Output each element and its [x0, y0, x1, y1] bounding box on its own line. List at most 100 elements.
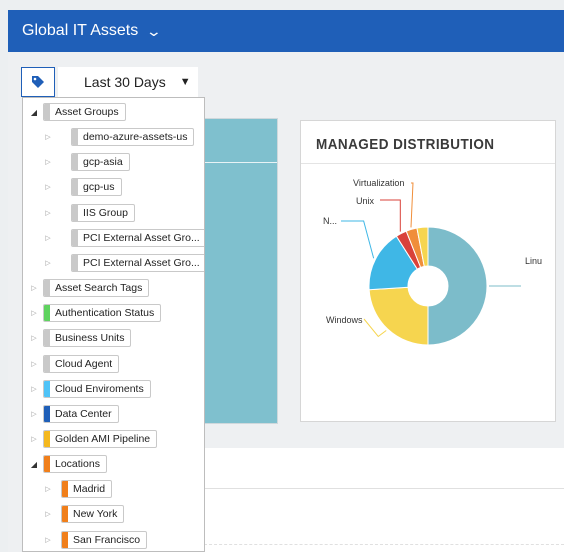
tree-item[interactable]: ▷ Madrid — [43, 479, 113, 499]
tree-item[interactable]: ▷ IIS Group — [43, 203, 135, 223]
chevron-down-icon[interactable]: ⌄ — [146, 23, 162, 40]
collapsed-caret-icon[interactable]: ▷ — [43, 536, 53, 544]
date-range-dropdown[interactable]: Last 30 Days ▼ — [58, 67, 198, 97]
tag-label: Cloud Enviroments — [55, 382, 144, 395]
tree-item[interactable]: ◢ Locations — [29, 454, 107, 474]
collapsed-caret-icon[interactable]: ▷ — [43, 259, 53, 267]
date-range-label: Last 30 Days — [84, 74, 166, 90]
tag-pill[interactable]: PCI External Asset Gro... — [71, 228, 204, 247]
tag-label: New York — [73, 508, 118, 521]
tag-color-swatch — [44, 456, 50, 473]
tag-label: PCI External Asset Gro... — [83, 256, 200, 269]
tag-filter-button[interactable] — [21, 67, 55, 97]
pie-slice[interactable] — [427, 226, 488, 346]
tree-item[interactable]: ▷ gcp-asia — [43, 152, 130, 172]
tag-label: Authentication Status — [55, 307, 155, 320]
tag-label: San Francisco — [73, 533, 141, 546]
pie-leader-line — [410, 182, 414, 228]
expanded-caret-icon[interactable]: ◢ — [29, 460, 39, 469]
tag-pill[interactable]: demo-azure-assets-us — [71, 128, 195, 147]
collapsed-caret-icon[interactable]: ▷ — [43, 234, 53, 242]
tree-item[interactable]: ▷ Golden AMI Pipeline — [29, 429, 158, 449]
tag-label: gcp-asia — [83, 156, 123, 169]
app-header: Global IT Assets ⌄ — [8, 10, 564, 52]
tag-pill[interactable]: Authentication Status — [43, 304, 162, 323]
tag-pill[interactable]: Locations — [43, 455, 107, 474]
tag-label: Data Center — [55, 407, 112, 420]
tag-color-swatch — [44, 405, 50, 422]
tag-pill[interactable]: Cloud Enviroments — [43, 379, 151, 398]
tag-color-swatch — [62, 481, 68, 498]
tag-color-swatch — [44, 380, 50, 397]
tag-pill[interactable]: gcp-asia — [71, 153, 130, 172]
tag-pill[interactable]: gcp-us — [71, 178, 122, 197]
tag-pill[interactable]: Data Center — [43, 404, 119, 423]
collapsed-caret-icon[interactable]: ▷ — [29, 309, 39, 317]
tag-pill[interactable]: Asset Groups — [43, 103, 126, 121]
tag-label: IIS Group — [83, 206, 128, 219]
tag-label: Golden AMI Pipeline — [55, 432, 151, 445]
tree-item[interactable]: ▷ Business Units — [29, 328, 132, 348]
tag-color-swatch — [44, 104, 50, 120]
collapsed-caret-icon[interactable]: ▷ — [43, 158, 53, 166]
tag-tree-dropdown: ◢ Asset Groups ▷ demo-azure-assets-us ▷ gcp-a… — [22, 97, 205, 552]
tree-item[interactable]: ▷ Data Center — [29, 404, 119, 424]
collapsed-caret-icon[interactable]: ▷ — [29, 435, 39, 443]
managed-distribution-chart: Linu Windows N... Unix Virtualization — [323, 178, 542, 346]
pie-slice-label: Windows — [326, 315, 363, 325]
collapsed-caret-icon[interactable]: ▷ — [29, 360, 39, 368]
tag-pill[interactable]: Business Units — [43, 329, 132, 348]
tag-color-swatch — [44, 330, 50, 347]
widget-divider — [204, 544, 564, 546]
tag-icon — [32, 76, 44, 88]
tag-label: Asset Groups — [55, 106, 119, 118]
pie-slice-label: Linu — [525, 256, 542, 266]
pie-leader-line — [341, 220, 375, 259]
tag-label: Asset Search Tags — [55, 282, 143, 295]
expanded-caret-icon[interactable]: ◢ — [29, 108, 39, 117]
tag-color-swatch — [62, 506, 68, 523]
tag-color-swatch — [72, 254, 78, 271]
tree-item[interactable]: ▷ demo-azure-assets-us — [43, 127, 195, 147]
collapsed-caret-icon[interactable]: ▷ — [43, 485, 53, 493]
tree-item[interactable]: ▷ Asset Search Tags — [29, 278, 150, 298]
tag-pill[interactable]: Asset Search Tags — [43, 279, 150, 298]
caret-down-icon: ▼ — [179, 76, 191, 88]
collapsed-caret-icon[interactable]: ▷ — [43, 183, 53, 191]
tag-label: demo-azure-assets-us — [83, 131, 188, 144]
tree-item[interactable]: ◢ Asset Groups — [29, 102, 126, 122]
tag-pill[interactable]: New York — [61, 505, 125, 524]
pie-slice-label: Virtualization — [353, 178, 404, 188]
tag-pill[interactable]: Golden AMI Pipeline — [43, 429, 158, 448]
tag-pill[interactable]: Cloud Agent — [43, 354, 120, 373]
widget-divider — [204, 488, 564, 489]
collapsed-caret-icon[interactable]: ▷ — [43, 510, 53, 518]
tag-color-swatch — [62, 531, 68, 548]
tag-pill[interactable]: San Francisco — [61, 530, 148, 549]
collapsed-caret-icon[interactable]: ▷ — [29, 385, 39, 393]
tag-pill[interactable]: IIS Group — [71, 203, 135, 222]
managed-distribution-widget: MANAGED DISTRIBUTION Linu Windows N... Unix… — [300, 120, 556, 422]
tree-item[interactable]: ▷ Cloud Enviroments — [29, 379, 151, 399]
tree-item[interactable]: ▷ PCI External Asset Gro... — [43, 253, 204, 273]
tag-pill[interactable]: PCI External Asset Gro... — [71, 253, 204, 272]
tag-color-swatch — [72, 204, 78, 221]
tree-item[interactable]: ▷ New York — [43, 504, 125, 524]
app-title[interactable]: Global IT Assets — [22, 22, 138, 40]
tree-item[interactable]: ▷ San Francisco — [43, 530, 148, 550]
tag-label: Business Units — [55, 332, 125, 345]
tag-label: gcp-us — [83, 181, 115, 194]
tag-pill[interactable]: Madrid — [61, 480, 113, 499]
tree-item[interactable]: ▷ Cloud Agent — [29, 354, 120, 374]
tag-color-swatch — [44, 430, 50, 447]
pie-slice-label: Unix — [356, 196, 375, 206]
collapsed-caret-icon[interactable]: ▷ — [29, 410, 39, 418]
tree-item[interactable]: ▷ Authentication Status — [29, 303, 162, 323]
tree-item[interactable]: ▷ gcp-us — [43, 177, 122, 197]
collapsed-caret-icon[interactable]: ▷ — [29, 284, 39, 292]
collapsed-caret-icon[interactable]: ▷ — [43, 133, 53, 141]
tree-item[interactable]: ▷ PCI External Asset Gro... — [43, 228, 204, 248]
tag-color-swatch — [72, 179, 78, 196]
collapsed-caret-icon[interactable]: ▷ — [43, 209, 53, 217]
collapsed-caret-icon[interactable]: ▷ — [29, 334, 39, 342]
